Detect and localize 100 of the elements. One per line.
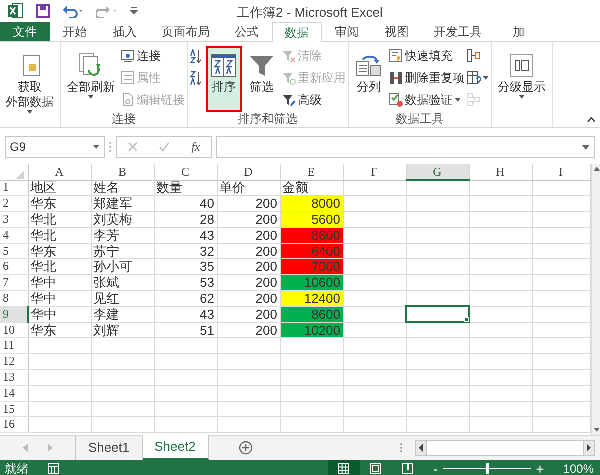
vertical-scrollbar[interactable] bbox=[590, 164, 600, 435]
table-cell: 200 bbox=[217, 258, 280, 275]
table-cell: 200 bbox=[217, 306, 280, 322]
column-header[interactable]: H bbox=[469, 164, 532, 180]
selected-cell[interactable] bbox=[406, 306, 469, 322]
collapse-ribbon-icon[interactable] bbox=[587, 117, 596, 123]
table-cell: 200 bbox=[217, 290, 280, 306]
zoom-slider[interactable] bbox=[443, 463, 532, 474]
clear-filter-icon bbox=[282, 48, 296, 62]
ribbon-tab[interactable]: 审阅 bbox=[322, 22, 372, 41]
table-cell: 35 bbox=[154, 258, 217, 275]
ribbon-button[interactable]: 分级显示 bbox=[494, 46, 550, 112]
column-header[interactable]: E bbox=[280, 164, 343, 180]
table-cell: 数量 bbox=[154, 180, 217, 196]
dropdown-icon[interactable] bbox=[93, 145, 100, 149]
zoom-level[interactable]: 100% bbox=[563, 460, 594, 475]
row-header[interactable]: 7 bbox=[0, 274, 28, 291]
table-cell: 62 bbox=[154, 290, 217, 306]
zoom-thumb[interactable] bbox=[486, 463, 489, 474]
ribbon-button[interactable]: 删除重复项 bbox=[389, 68, 465, 87]
column-header[interactable]: C bbox=[154, 164, 217, 180]
outline-icon bbox=[508, 52, 536, 80]
table-cell: 40 bbox=[154, 196, 217, 212]
row-header[interactable]: 1 bbox=[0, 180, 28, 196]
add-sheet-icon[interactable] bbox=[239, 441, 254, 455]
ribbon-tab[interactable]: 视图 bbox=[372, 22, 422, 41]
table-cell: 7000 bbox=[280, 258, 343, 275]
column-header[interactable]: G bbox=[406, 164, 469, 180]
ribbon-button[interactable]: 全部刷新 bbox=[63, 46, 119, 112]
ribbon-button[interactable]: 获取 外部数据 bbox=[2, 46, 58, 112]
row-header[interactable]: 2 bbox=[0, 196, 28, 212]
table-cell: 10600 bbox=[280, 274, 343, 291]
undo-icon[interactable] bbox=[62, 4, 84, 18]
name-box[interactable]: G9 bbox=[5, 136, 105, 158]
column-header[interactable]: B bbox=[91, 164, 154, 180]
ribbon-button[interactable]: 快速填充 bbox=[389, 46, 465, 65]
customize-icon[interactable] bbox=[130, 6, 138, 16]
column-header[interactable]: I bbox=[532, 164, 590, 180]
ribbon-button[interactable]: 连接 bbox=[121, 46, 185, 65]
table-cell: 6400 bbox=[280, 243, 343, 259]
ribbon-tab[interactable]: 开发工具 bbox=[422, 22, 494, 41]
table-cell: 32 bbox=[154, 243, 217, 259]
column-header[interactable]: D bbox=[217, 164, 280, 180]
file-tab[interactable]: 文件 bbox=[0, 22, 50, 41]
splitter-icon[interactable] bbox=[400, 443, 403, 453]
table-cell: 华北 bbox=[28, 212, 91, 228]
table-cell: 53 bbox=[154, 274, 217, 291]
table-cell: 苏宁 bbox=[91, 243, 154, 259]
row-header[interactable]: 15 bbox=[0, 401, 28, 417]
relationships-icon bbox=[467, 92, 481, 106]
row-header[interactable]: 12 bbox=[0, 354, 28, 370]
row-header[interactable]: 13 bbox=[0, 370, 28, 386]
row-header[interactable]: 4 bbox=[0, 227, 28, 244]
ribbon-button[interactable]: 分列 bbox=[351, 46, 387, 112]
insert-function-button[interactable]: fx bbox=[192, 138, 200, 156]
save-icon[interactable] bbox=[36, 4, 50, 18]
sheet-tab[interactable]: Sheet2 bbox=[142, 435, 209, 460]
ribbon-tab[interactable]: 页面布局 bbox=[150, 22, 222, 41]
row-header[interactable]: 3 bbox=[0, 212, 28, 228]
column-header[interactable]: A bbox=[28, 164, 91, 180]
what-if-icon bbox=[467, 70, 481, 84]
ribbon-button[interactable]: 筛选 bbox=[244, 46, 280, 112]
row-header[interactable]: 14 bbox=[0, 385, 28, 402]
row-header[interactable]: 10 bbox=[0, 322, 28, 338]
zoom-in-button[interactable]: + bbox=[535, 462, 546, 475]
excel-logo-icon[interactable] bbox=[8, 3, 24, 19]
ribbon-tab[interactable]: 加 bbox=[494, 22, 544, 41]
zoom-out-button[interactable]: - bbox=[432, 462, 440, 475]
row-header[interactable]: 6 bbox=[0, 258, 28, 275]
column-header[interactable]: F bbox=[343, 164, 406, 180]
ribbon-tab[interactable]: 数据 bbox=[272, 22, 322, 42]
row-header[interactable]: 9 bbox=[0, 306, 28, 322]
row-header[interactable]: 11 bbox=[0, 338, 28, 354]
ribbon-icon-button[interactable] bbox=[190, 46, 204, 65]
ribbon-tab[interactable]: 插入 bbox=[100, 22, 150, 41]
ribbon-tab[interactable]: 公式 bbox=[222, 22, 272, 41]
sort-ascending-icon bbox=[190, 48, 204, 62]
ribbon-button[interactable]: 高级 bbox=[282, 90, 346, 109]
table-cell: 华东 bbox=[28, 196, 91, 212]
table-cell: 华东 bbox=[28, 243, 91, 259]
row-header[interactable]: 16 bbox=[0, 416, 28, 433]
table-cell: 华北 bbox=[28, 258, 91, 275]
row-header[interactable]: 5 bbox=[0, 243, 28, 259]
expand-icon[interactable] bbox=[582, 144, 590, 150]
scroll-thumb[interactable] bbox=[426, 441, 584, 455]
ribbon-button[interactable]: 排序 bbox=[206, 46, 242, 112]
row-header[interactable]: 8 bbox=[0, 290, 28, 306]
horizontal-scrollbar[interactable] bbox=[415, 440, 595, 456]
table-cell: 200 bbox=[217, 227, 280, 244]
advanced-filter-icon bbox=[282, 92, 296, 106]
formula-input[interactable] bbox=[216, 136, 595, 158]
fill-handle[interactable] bbox=[464, 316, 468, 322]
page-layout-icon bbox=[370, 462, 382, 474]
view-button[interactable] bbox=[328, 460, 360, 475]
macro-record-icon[interactable] bbox=[48, 462, 60, 474]
table-cell: 5600 bbox=[280, 212, 343, 228]
table-cell: 200 bbox=[217, 196, 280, 212]
table-cell: 28 bbox=[154, 212, 217, 228]
ribbon-tab[interactable]: 开始 bbox=[50, 22, 100, 41]
ribbon-button[interactable]: 数据验证 bbox=[389, 90, 465, 109]
